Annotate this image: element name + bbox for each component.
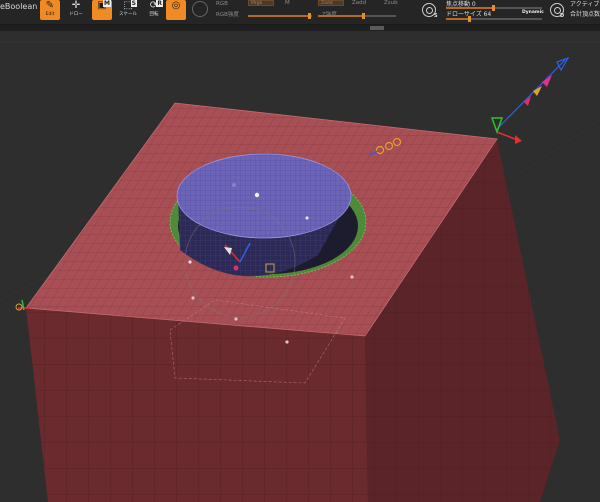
rgb-intensity-slider[interactable]	[248, 13, 312, 19]
mesh-point[interactable]	[191, 296, 195, 300]
mesh-point[interactable]	[188, 260, 192, 264]
z-intensity-slider[interactable]	[318, 13, 396, 19]
scale-button[interactable]: ⬚ スケール S	[118, 0, 138, 20]
document-name: eBoolean	[0, 2, 38, 11]
rgb-intensity-label: RGB強度	[216, 12, 239, 18]
total-points-label: 合計頂点数	[570, 11, 600, 18]
draw-size-slider[interactable]	[446, 16, 542, 22]
mrgb-toggle[interactable]: Mrgb	[248, 0, 274, 6]
mesh-point[interactable]	[350, 275, 354, 279]
sculpt-mode-button[interactable]: ◎	[166, 0, 186, 20]
move-icon: ✛	[71, 0, 81, 11]
move-button[interactable]: ✛ ドロー	[66, 0, 86, 20]
top-toolbar: eBoolean ✎ Edit ✛ ドロー ▣ M ⬚ スケール S ⟳ 回転 …	[0, 0, 600, 25]
sphere-mode-icon: ◎	[171, 0, 181, 11]
mesh-point[interactable]	[305, 216, 309, 220]
3d-viewport[interactable]	[0, 31, 600, 502]
mesh-point[interactable]	[254, 192, 260, 198]
mesh-point[interactable]	[285, 340, 289, 344]
dynamic-toggle[interactable]: Dynamic	[522, 10, 544, 15]
zadd-label: Zadd	[352, 0, 367, 6]
rotate-button[interactable]: ⟳ 回転 R	[144, 0, 164, 20]
material-icon[interactable]	[192, 1, 208, 17]
transpose-line-icon[interactable]	[496, 59, 566, 130]
draw-button[interactable]: ▣ M	[92, 0, 112, 20]
grid-line	[119, 59, 161, 111]
gizmo-center-point[interactable]	[233, 265, 239, 271]
mesh-point[interactable]	[232, 183, 236, 187]
rgb-label: RGB	[216, 1, 228, 7]
mesh-point[interactable]	[234, 317, 238, 321]
active-points-label: アクティブ	[570, 1, 600, 8]
scene-canvas[interactable]	[0, 31, 600, 502]
grid-line	[509, 119, 600, 181]
edit-button[interactable]: ✎ Edit	[40, 0, 60, 20]
edit-icon: ✎	[45, 0, 55, 11]
m-label: M	[285, 0, 290, 6]
zadd-toggle[interactable]: Zadd	[318, 0, 344, 6]
toolbar-scroll-knob[interactable]	[370, 26, 384, 30]
zsub-label: Zsub	[384, 0, 398, 6]
